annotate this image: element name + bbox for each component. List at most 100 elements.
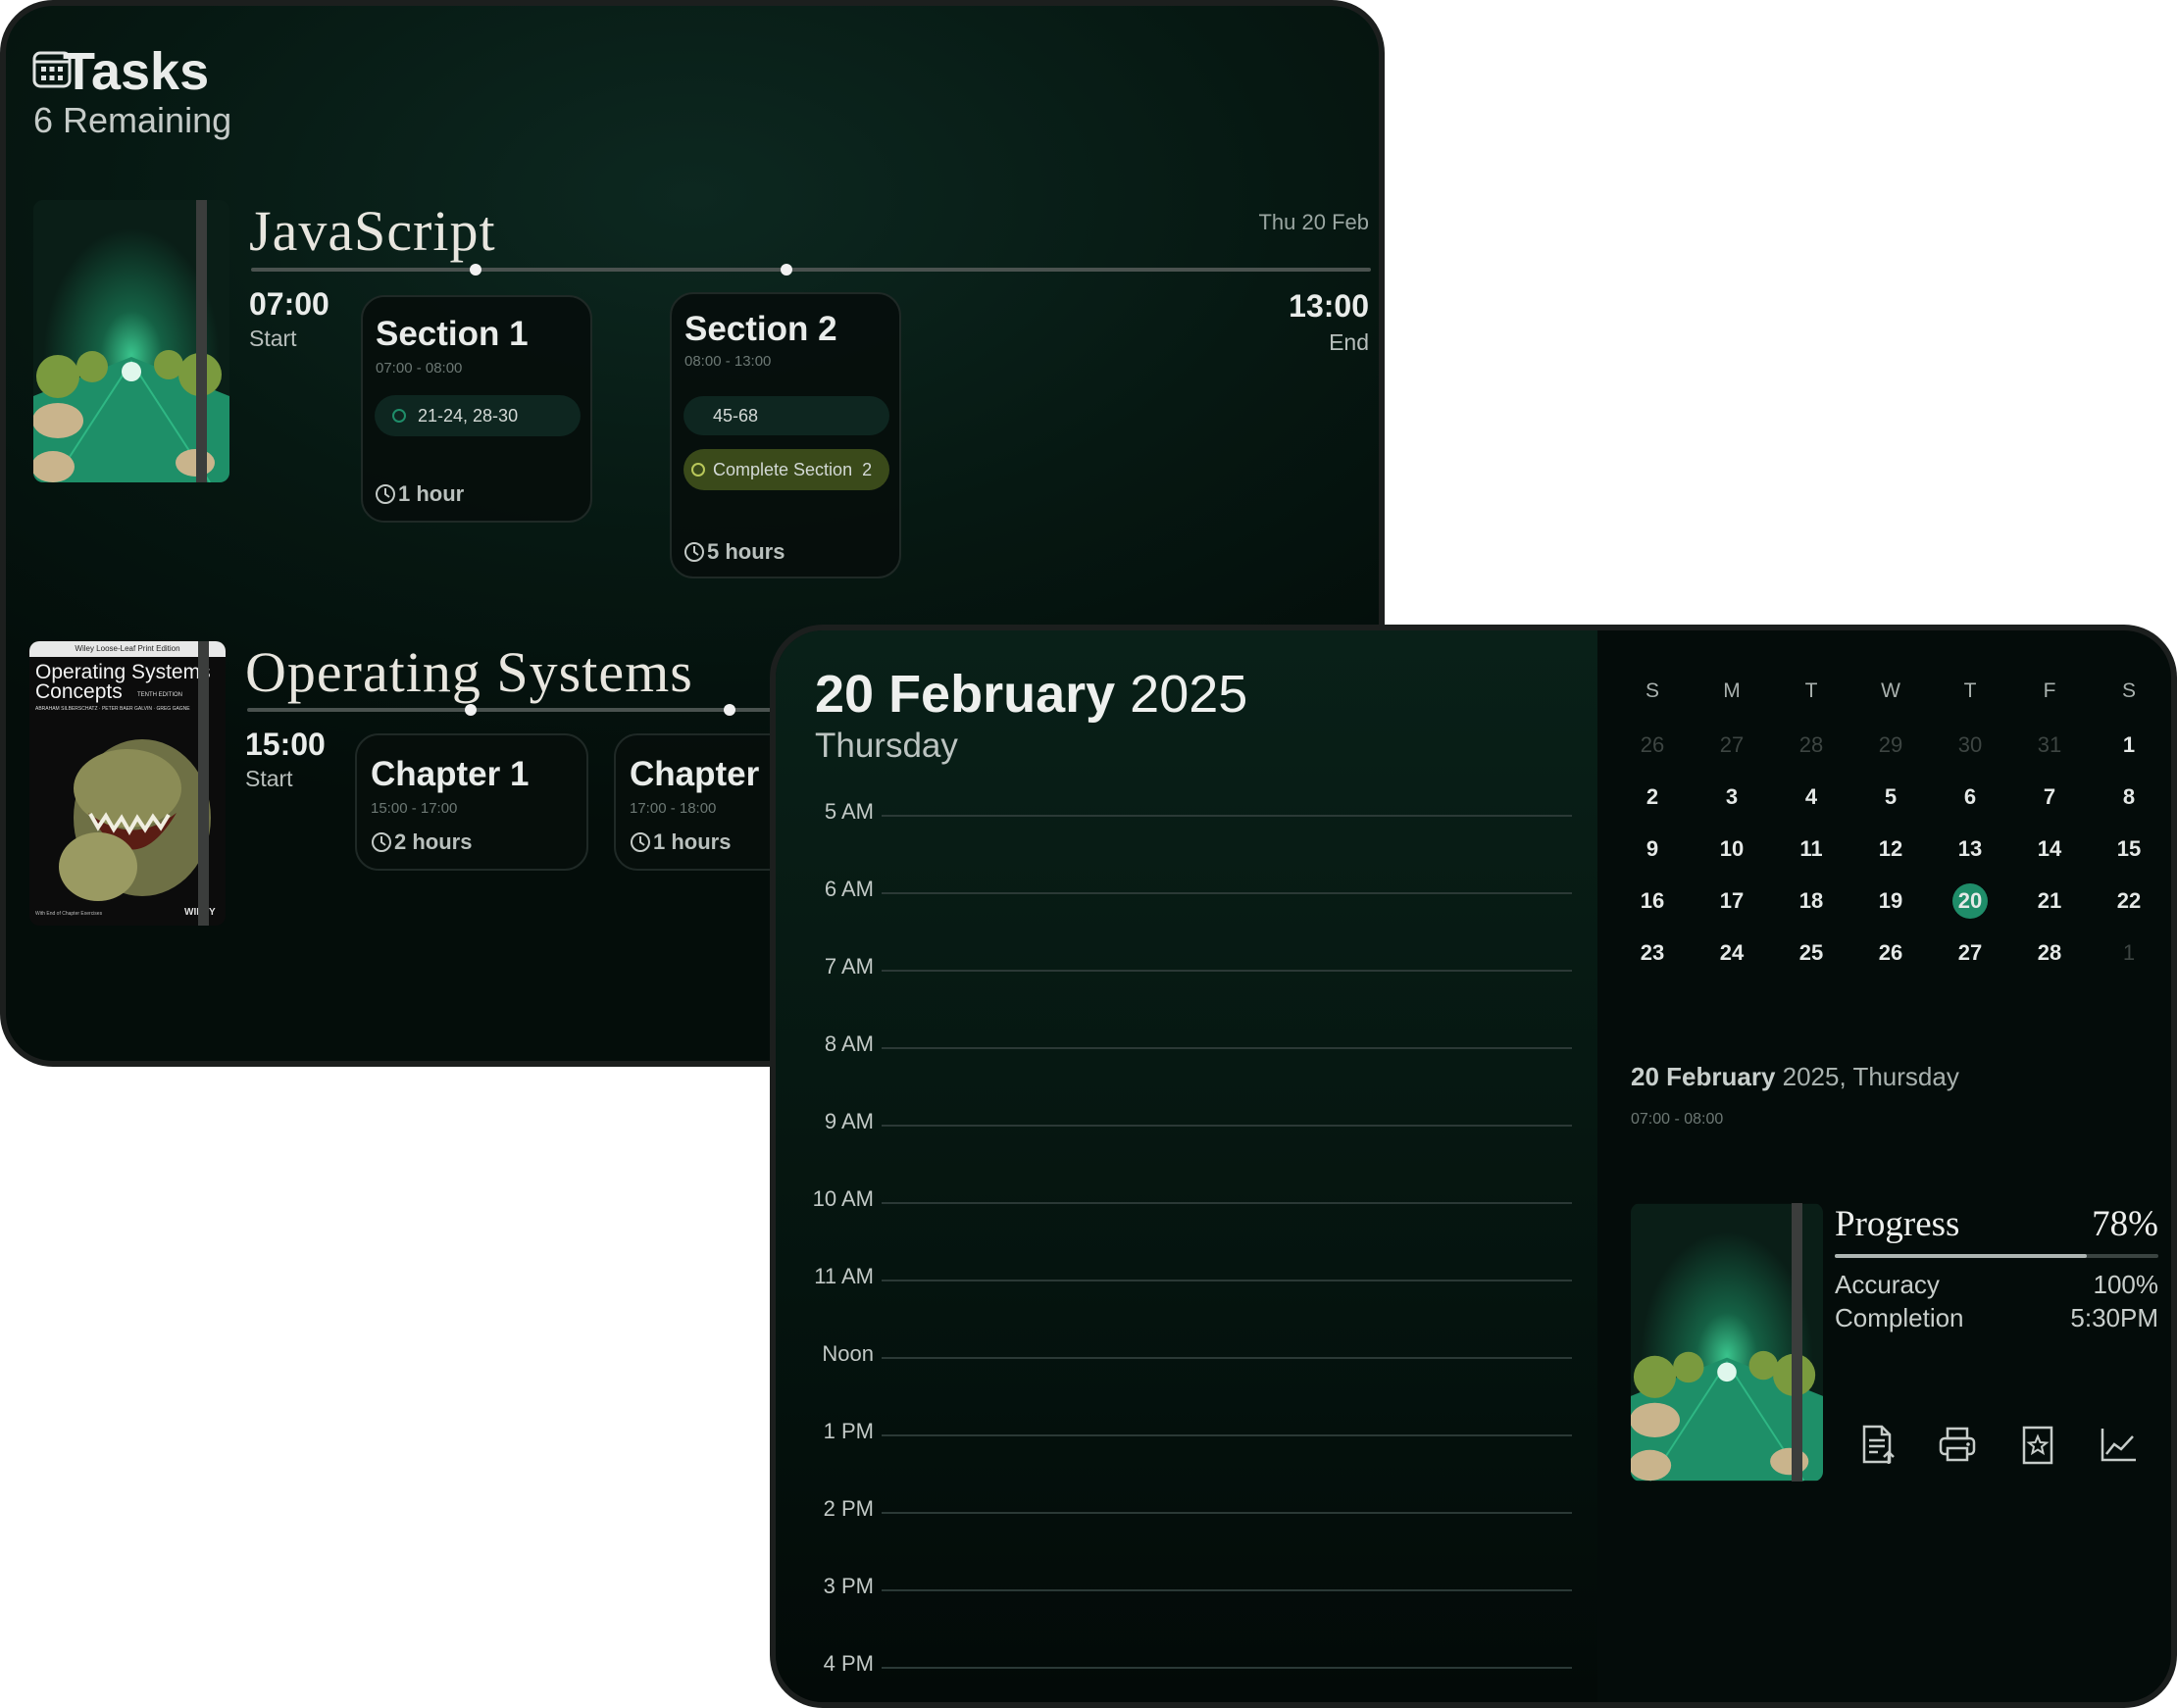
calendar-day[interactable]: 9 [1623, 832, 1682, 866]
hour-divider [882, 1589, 1572, 1591]
hour-label: 5 AM [824, 799, 874, 824]
calendar-day[interactable]: 31 [2020, 728, 2079, 762]
calendar-day[interactable]: 28 [1782, 728, 1841, 762]
calendar-day[interactable]: 18 [1782, 884, 1841, 918]
calendar-day[interactable]: 26 [1623, 728, 1682, 762]
hour-label: Noon [822, 1341, 874, 1366]
hour-grid[interactable]: 5 AM 6 AM 7 AM 8 AM 9 AM 10 AM 11 AM Noon 1 PM 2 … [776, 799, 1597, 1676]
calendar-day[interactable]: 4 [1782, 780, 1841, 814]
checkbox-circle-icon[interactable] [691, 463, 705, 477]
calendar-day[interactable]: 1 [2100, 936, 2158, 970]
hour-row[interactable]: 1 PM [776, 1419, 1590, 1458]
hour-row[interactable]: 2 PM [776, 1496, 1590, 1535]
calendar-day[interactable]: 21 [2020, 884, 2079, 918]
export-document-icon[interactable] [1856, 1423, 1898, 1466]
calendar-day[interactable]: 22 [2100, 884, 2158, 918]
hour-divider [882, 892, 1572, 894]
calendar-day[interactable]: 11 [1782, 832, 1841, 866]
checkbox-circle-icon[interactable] [392, 409, 406, 423]
clock-icon [376, 484, 395, 504]
calendar-day[interactable]: 1 [2100, 728, 2158, 762]
hour-row[interactable]: 8 AM [776, 1031, 1590, 1071]
start-time: 15:00 [245, 727, 326, 762]
calendar-day[interactable]: 27 [1702, 728, 1761, 762]
calendar-day[interactable]: 26 [1861, 936, 1920, 970]
cover-title: Operating Systems Concepts [35, 661, 211, 703]
print-icon[interactable] [1937, 1423, 1978, 1466]
calendar-day[interactable]: 6 [1941, 780, 2000, 814]
end-time: 13:00 [1289, 288, 1369, 324]
calendar-day-today[interactable]: 20 [1941, 883, 2000, 919]
day-number: 21 [2037, 888, 2062, 913]
stat-value: 100% [2093, 1270, 2159, 1299]
day-number: 19 [1878, 888, 1903, 913]
rate-icon[interactable] [2017, 1423, 2058, 1466]
duration-label: 1 hours [653, 829, 732, 854]
section-card[interactable]: Section 2 08:00 - 13:00 45-68 Complete S… [670, 292, 901, 578]
calendar-day[interactable]: 29 [1861, 728, 1920, 762]
hour-row[interactable]: 6 AM [776, 877, 1590, 916]
hour-divider [882, 970, 1572, 972]
calendar-day[interactable]: 8 [2100, 780, 2158, 814]
task-pill[interactable]: 45-68 [683, 396, 889, 435]
month-grid: 26 27 28 29 30 31 1 2 3 4 5 6 7 8 9 10 11 12 13 14 15 16 17 18 1… [1623, 728, 2171, 1003]
day-number: 8 [2122, 784, 2136, 809]
javascript-cover[interactable] [33, 200, 229, 482]
start-label: Start [245, 766, 293, 791]
calendar-day[interactable]: 2 [1623, 780, 1682, 814]
hour-row[interactable]: 11 AM [776, 1264, 1590, 1303]
calendar-day[interactable]: 30 [1941, 728, 2000, 762]
hour-row[interactable]: 7 AM [776, 954, 1590, 993]
day-number: 27 [1719, 732, 1745, 757]
hour-row[interactable]: 4 PM [776, 1651, 1590, 1690]
calendar-day[interactable]: 10 [1702, 832, 1761, 866]
calendar-day[interactable]: 14 [2020, 832, 2079, 866]
calendar-day[interactable]: 19 [1861, 884, 1920, 918]
progress-cover[interactable] [1631, 1203, 1823, 1482]
hour-row[interactable]: 9 AM [776, 1109, 1590, 1148]
calendar-day[interactable]: 23 [1623, 936, 1682, 970]
hour-divider [882, 1047, 1572, 1049]
calendar-day[interactable]: 27 [1941, 936, 2000, 970]
chapter-card[interactable]: Chapter 1 15:00 - 17:00 2 hours [355, 733, 588, 871]
day-number: 11 [1799, 836, 1823, 861]
task-pill-highlight[interactable]: Complete Section 2 [683, 449, 889, 490]
date-year: 2025 [1130, 665, 1248, 724]
calendar-day[interactable]: 15 [2100, 832, 2158, 866]
hour-row[interactable]: Noon [776, 1341, 1590, 1381]
calendar-day[interactable]: 24 [1702, 936, 1761, 970]
calendar-day[interactable]: 17 [1702, 884, 1761, 918]
selected-date-heading: 20 February 2025 [815, 664, 1247, 725]
chapter-duration: 1 hours [630, 829, 731, 855]
section-title: Section 1 [376, 315, 529, 353]
weekday-header: M [1723, 679, 1741, 702]
operating-systems-cover[interactable]: Wiley Loose-Leaf Print Edition Operating… [29, 641, 226, 926]
hour-divider [882, 1357, 1572, 1359]
chart-icon[interactable] [2098, 1423, 2139, 1466]
end-label: End [1329, 329, 1369, 355]
calendar-day[interactable]: 5 [1861, 780, 1920, 814]
cover-edition: TENTH EDITION [137, 692, 182, 698]
duration-label: 1 hour [398, 481, 465, 506]
calendar-day[interactable]: 12 [1861, 832, 1920, 866]
date-day-month: 20 February [815, 665, 1116, 724]
calendar-day[interactable]: 7 [2020, 780, 2079, 814]
calendar-day[interactable]: 3 [1702, 780, 1761, 814]
timeline-marker [724, 704, 735, 716]
hour-row[interactable]: 10 AM [776, 1186, 1590, 1226]
cover-authors: ABRAHAM SILBERSCHATZ · PETER BAER GALVIN… [35, 706, 190, 712]
section-card[interactable]: Section 1 07:00 - 08:00 21-24, 28-30 1 h… [361, 295, 592, 523]
calendar-day[interactable]: 28 [2020, 936, 2079, 970]
start-time: 07:00 [249, 286, 329, 322]
calendar-day[interactable]: 16 [1623, 884, 1682, 918]
day-number: 22 [2116, 888, 2142, 913]
hour-divider [882, 1125, 1572, 1127]
calendar-day[interactable]: 25 [1782, 936, 1841, 970]
hour-row[interactable]: 3 PM [776, 1574, 1590, 1613]
hour-divider [882, 1280, 1572, 1281]
day-number: 28 [1798, 732, 1824, 757]
calendar-day[interactable]: 13 [1941, 832, 2000, 866]
hour-row[interactable]: 5 AM [776, 799, 1590, 838]
task-pill[interactable]: 21-24, 28-30 [375, 395, 581, 436]
timeline-marker [470, 264, 481, 276]
